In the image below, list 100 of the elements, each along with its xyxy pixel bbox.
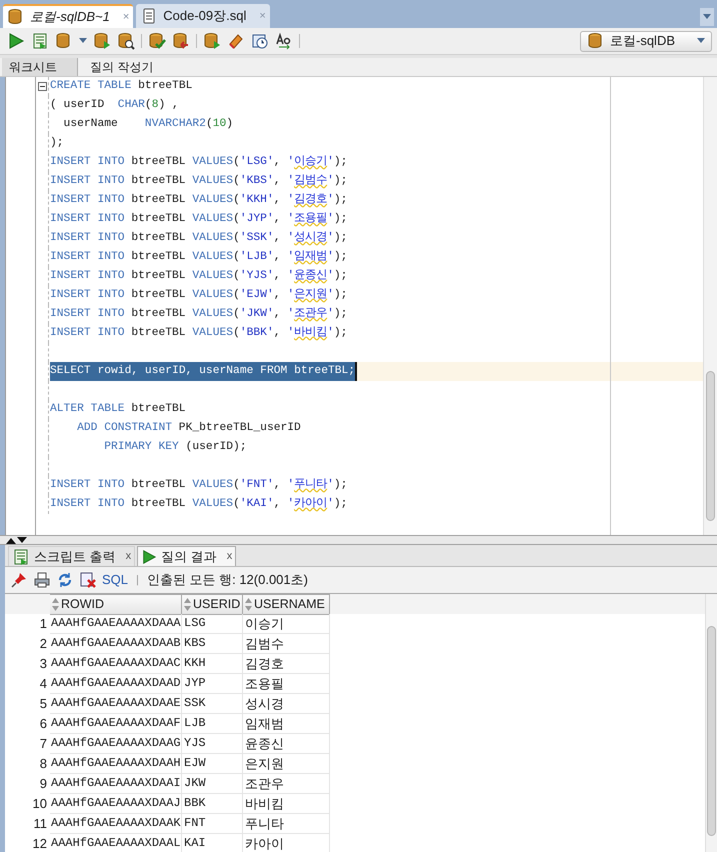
caret-icon[interactable] <box>703 14 711 20</box>
table-cell: KAI <box>182 834 243 852</box>
format-icon[interactable] <box>275 32 293 50</box>
table-cell: LSG <box>182 614 243 634</box>
code-line: ADD CONSTRAINT PK_btreeTBL_userID <box>76 420 302 436</box>
play-icon[interactable] <box>7 32 25 50</box>
table-cell: AAAHfGAAEAAAAXDAAJ <box>50 794 182 814</box>
tab-label: 로컬-sqlDB~1 <box>30 8 110 26</box>
code-line: INSERT INTO btreeTBL VALUES('KKH', '김경호'); <box>50 192 348 208</box>
result-tab[interactable]: 질의 결과 x <box>137 546 236 566</box>
pin-icon[interactable] <box>10 571 28 589</box>
status-text: 인출된 모든 행: 12(0.001초) <box>146 571 308 590</box>
table-cell: EJW <box>182 754 243 774</box>
table-cell: 성시경 <box>243 694 330 714</box>
scrollbar[interactable] <box>703 77 717 535</box>
worksheet-tab[interactable]: 워크시트 <box>2 58 78 76</box>
code-line: INSERT INTO btreeTBL VALUES('BBK', '바비킴'); <box>50 325 348 342</box>
caret-icon[interactable] <box>79 38 87 44</box>
code-line: INSERT INTO btreeTBL VALUES('YJS', '윤종신'); <box>50 268 348 284</box>
caret-icon[interactable] <box>697 38 705 44</box>
row-number: 12 <box>32 835 48 852</box>
table-cell: 푸니타 <box>243 814 330 834</box>
table-cell: 김경호 <box>243 654 330 674</box>
table-cell: YJS <box>182 734 243 754</box>
code-line: ); <box>50 136 65 152</box>
table-cell: AAAHfGAAEAAAAXDAAC <box>50 654 182 674</box>
scrollbar[interactable] <box>705 594 717 852</box>
sort-icon[interactable] <box>52 598 59 611</box>
code-line: INSERT INTO btreeTBL VALUES('EJW', '은지원'); <box>50 287 348 304</box>
down-arrow-icon[interactable] <box>17 536 27 544</box>
code-line: ( userID CHAR(8) , <box>50 98 180 114</box>
connection-dropdown[interactable]: 로컬-sqlDB <box>580 30 712 52</box>
tab-label: 스크립트 출력 <box>34 548 116 566</box>
database-undo-icon[interactable] <box>172 32 190 50</box>
database-check-icon[interactable] <box>148 32 166 50</box>
table-cell: 바비킴 <box>243 794 330 814</box>
database-run-icon[interactable] <box>93 32 111 50</box>
row-number: 5 <box>38 695 48 713</box>
code-line: INSERT INTO btreeTBL VALUES('FNT', '푸니타'); <box>50 477 348 494</box>
document-icon[interactable] <box>12 548 30 566</box>
play-icon[interactable] <box>141 548 158 564</box>
column-header[interactable]: ROWID <box>50 594 182 615</box>
table-cell: AAAHfGAAEAAAAXDAAH <box>50 754 182 774</box>
code-line: INSERT INTO btreeTBL VALUES('KBS', '김범수'); <box>50 173 348 190</box>
table-cell: LJB <box>182 714 243 734</box>
row-number: 1 <box>38 615 48 633</box>
code-line: INSERT INTO btreeTBL VALUES('SSK', '성시경'); <box>50 230 348 246</box>
clock-icon[interactable] <box>251 32 269 50</box>
tab-label: 질의 결과 <box>161 548 217 566</box>
sort-icon[interactable] <box>245 598 252 611</box>
code-line: CREATE TABLE btreeTBL <box>50 78 194 94</box>
sort-icon[interactable] <box>184 598 191 611</box>
code-line: userName NVARCHAR2(10) <box>62 116 234 132</box>
row-number: 6 <box>38 715 48 733</box>
table-cell: 조관우 <box>243 774 330 794</box>
up-arrow-icon[interactable] <box>6 536 16 544</box>
eraser-icon[interactable] <box>227 32 245 50</box>
database-add-icon[interactable] <box>203 32 221 50</box>
table-cell: AAAHfGAAEAAAAXDAAA <box>50 614 182 634</box>
column-header[interactable]: USERNAME <box>243 594 330 615</box>
document-icon[interactable] <box>31 32 49 50</box>
refresh-icon[interactable] <box>56 571 74 589</box>
row-number: 4 <box>38 675 48 693</box>
close-button[interactable]: x <box>126 548 132 565</box>
table-cell: AAAHfGAAEAAAAXDAAD <box>50 674 182 694</box>
table-cell: 임재범 <box>243 714 330 734</box>
table-cell: SSK <box>182 694 243 714</box>
collapse-icon[interactable] <box>38 82 46 91</box>
table-cell: JYP <box>182 674 243 694</box>
code-line: INSERT INTO btreeTBL VALUES('JKW', '조관우'); <box>50 306 348 322</box>
separator: | <box>135 572 140 588</box>
code-line: ALTER TABLE btreeTBL <box>50 402 187 418</box>
database-search-icon[interactable] <box>117 32 135 50</box>
row-number: 7 <box>38 735 48 753</box>
table-cell: AAAHfGAAEAAAAXDAAK <box>50 814 182 834</box>
code-line: INSERT INTO btreeTBL VALUES('KAI', '카아이'); <box>50 496 348 512</box>
result-tab[interactable]: 스크립트 출력 x <box>8 546 136 566</box>
code-line: INSERT INTO btreeTBL VALUES('LJB', '임재범'); <box>50 249 348 266</box>
sql-link[interactable]: SQL <box>102 570 128 590</box>
column-header[interactable]: USERID <box>182 594 243 615</box>
table-cell: 윤종신 <box>243 734 330 754</box>
worksheet-tab[interactable]: 질의 작성기 <box>83 58 160 76</box>
row-number: 2 <box>38 635 48 653</box>
table-cell: 이승기 <box>243 614 330 634</box>
editor-tab[interactable]: 로컬-sqlDB~1 × <box>3 4 134 28</box>
table-cell: 카아이 <box>243 834 330 852</box>
tab-list-button[interactable] <box>700 8 714 26</box>
row-number: 10 <box>32 795 48 813</box>
table-cell: AAAHfGAAEAAAAXDAAL <box>50 834 182 852</box>
code-line: INSERT INTO btreeTBL VALUES('JYP', '조용필'); <box>50 211 348 228</box>
table-cell: FNT <box>182 814 243 834</box>
delete-icon[interactable] <box>79 571 97 589</box>
close-button[interactable]: x <box>226 548 232 565</box>
table-cell: KBS <box>182 634 243 654</box>
printer-icon[interactable] <box>33 571 51 589</box>
table-cell: 조용필 <box>243 674 330 694</box>
table-cell: AAAHfGAAEAAAAXDAAF <box>50 714 182 734</box>
editor-tab[interactable]: Code-09장.sql × <box>136 4 270 28</box>
row-number: 11 <box>32 815 48 833</box>
table-cell: 은지원 <box>243 754 330 774</box>
